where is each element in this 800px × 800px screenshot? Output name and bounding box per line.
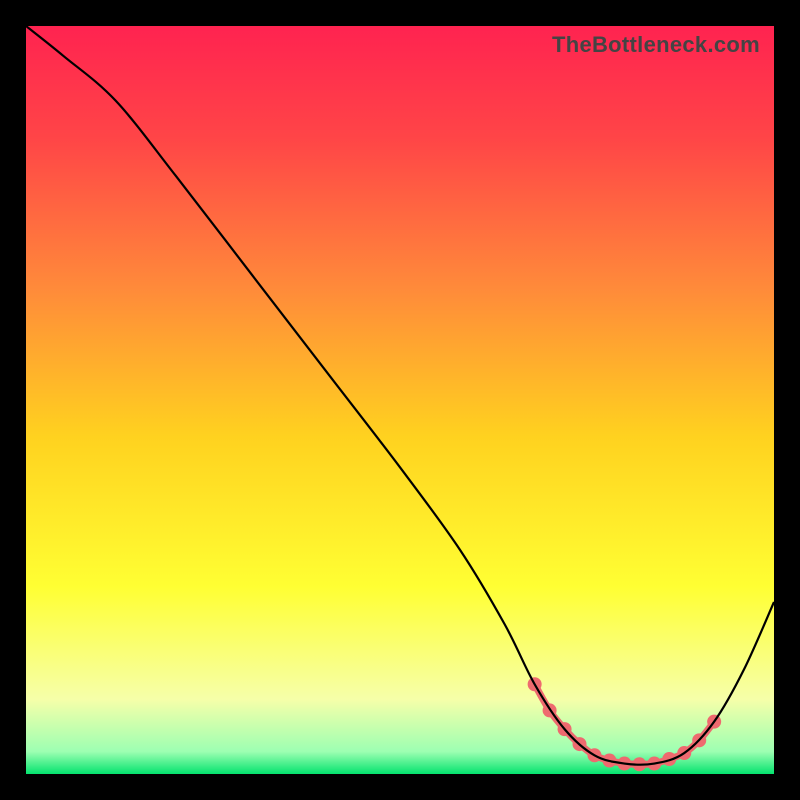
gradient-bg — [26, 26, 774, 774]
watermark-text: TheBottleneck.com — [552, 32, 760, 58]
chart-frame: TheBottleneck.com — [26, 26, 774, 774]
bottleneck-chart — [26, 26, 774, 774]
